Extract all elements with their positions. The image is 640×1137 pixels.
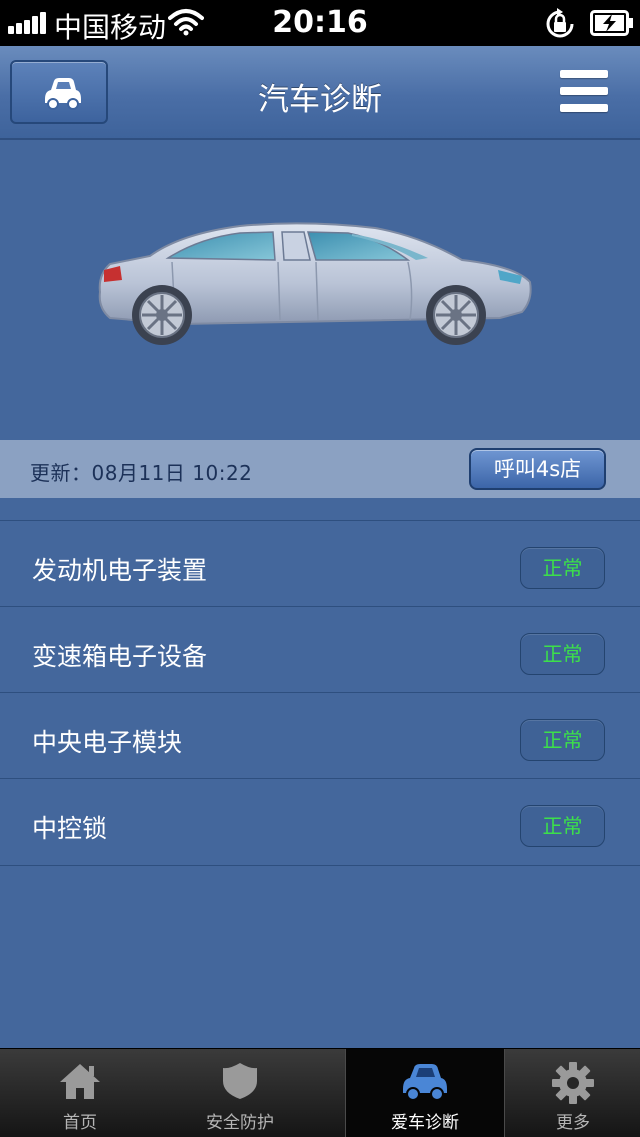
update-bar: 更新：08月11日 10:22 呼叫4s店 — [0, 440, 640, 498]
diagnostic-item-label: 中控锁 — [32, 814, 108, 843]
tab-label: 更多 — [556, 1113, 590, 1133]
list-item[interactable]: 变速箱电子设备 正常 — [0, 606, 640, 692]
menu-button[interactable] — [560, 70, 610, 114]
status-bar: 中国移动 20:16 — [0, 0, 640, 46]
diagnostic-item-label: 发动机电子装置 — [32, 556, 208, 585]
page-title: 汽车诊断 — [258, 82, 382, 118]
list-item[interactable]: 中央电子模块 正常 — [0, 692, 640, 778]
tab-car-diagnosis[interactable]: 爱车诊断 — [345, 1049, 505, 1137]
status-badge: 正常 — [520, 547, 605, 589]
status-badge: 正常 — [520, 633, 605, 675]
car-icon — [403, 1064, 447, 1101]
status-badge: 正常 — [520, 805, 605, 847]
shield-icon — [223, 1063, 257, 1099]
tab-more[interactable]: 更多 — [493, 1049, 640, 1137]
tab-label: 首页 — [63, 1113, 97, 1133]
navigation-bar: 汽车诊断 — [0, 46, 640, 140]
list-item[interactable]: 发动机电子装置 正常 — [0, 520, 640, 606]
rotation-lock-icon — [546, 8, 574, 38]
sedan-car-image — [98, 222, 532, 345]
tab-home[interactable]: 首页 — [0, 1049, 160, 1137]
battery-icon — [590, 10, 633, 36]
home-icon — [60, 1064, 100, 1099]
tab-label: 安全防护 — [206, 1113, 274, 1133]
list-item[interactable]: 中控锁 正常 — [0, 778, 640, 866]
gear-icon — [552, 1062, 594, 1104]
last-update-time: 更新：08月11日 10:22 — [30, 461, 253, 485]
car-illustration-area — [0, 140, 640, 440]
tab-security[interactable]: 安全防护 — [160, 1049, 320, 1137]
diagnostic-item-label: 中央电子模块 — [32, 728, 183, 757]
tab-label: 爱车诊断 — [391, 1113, 459, 1133]
diagnostic-item-label: 变速箱电子设备 — [32, 642, 208, 671]
diagnostics-list: 发动机电子装置 正常 变速箱电子设备 正常 中央电子模块 正常 中控锁 正常 — [0, 520, 640, 866]
tab-bar: 首页 安全防护 爱车诊断 更多 — [0, 1048, 640, 1137]
call-4s-store-button[interactable]: 呼叫4s店 — [469, 448, 606, 490]
status-badge: 正常 — [520, 719, 605, 761]
